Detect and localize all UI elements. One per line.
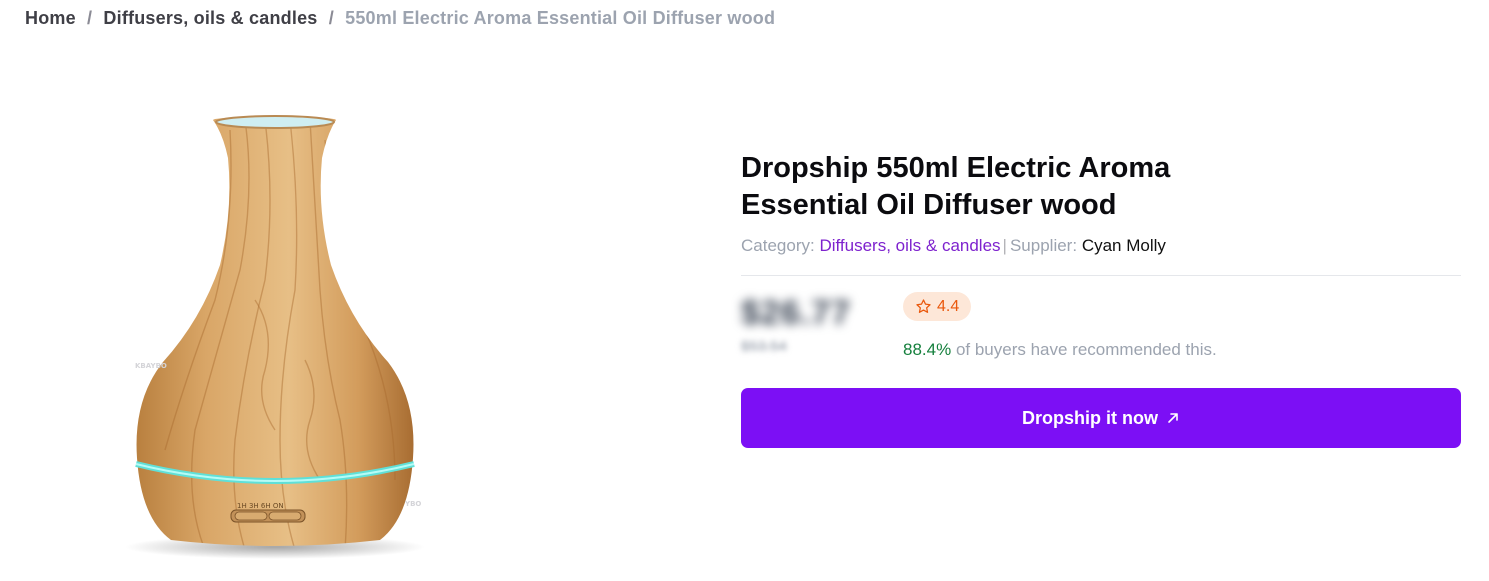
product-meta: Category: Diffusers, oils & candles | Supp… bbox=[741, 236, 1461, 256]
breadcrumb-separator: / bbox=[328, 8, 334, 28]
rating-value: 4.4 bbox=[937, 297, 960, 315]
watermark-left: KBAYBO bbox=[135, 362, 167, 370]
product-title: Dropship 550ml Electric Aroma Essential … bbox=[741, 150, 1261, 224]
recommendation-text: 88.4% of buyers have recommended this. bbox=[903, 340, 1217, 360]
supplier-name: Cyan Molly bbox=[1081, 236, 1166, 255]
device-buttons-label: 1H 3H 6H ON bbox=[237, 502, 284, 510]
star-icon bbox=[916, 299, 931, 313]
meta-separator: | bbox=[1002, 236, 1007, 255]
price-row: $26.77 $53.54 4.4 88.4% of buyers have r… bbox=[741, 276, 1461, 368]
recommend-percent: 88.4% bbox=[903, 340, 952, 359]
dropship-button[interactable]: Dropship it now bbox=[741, 388, 1461, 448]
breadcrumb-separator: / bbox=[87, 8, 93, 28]
old-price: $53.54 bbox=[741, 338, 787, 355]
category-label: Category: bbox=[741, 236, 815, 255]
breadcrumb-home-link[interactable]: Home bbox=[25, 8, 76, 28]
arrow-up-right-icon bbox=[1168, 413, 1178, 423]
category-link[interactable]: Diffusers, oils & candles bbox=[819, 236, 1000, 255]
price: $26.77 bbox=[741, 294, 851, 332]
product-image: 1H 3H 6H ON KBAYBO YBO bbox=[105, 100, 445, 575]
recommend-caption: of buyers have recommended this. bbox=[955, 340, 1217, 359]
rating-badge: 4.4 bbox=[903, 292, 972, 321]
product-title-line1: Dropship 550ml Electric Aroma bbox=[741, 152, 1171, 184]
supplier-label: Supplier: bbox=[1009, 236, 1078, 255]
breadcrumb: Home / Diffusers, oils & candles / 550ml… bbox=[25, 8, 775, 29]
dropship-button-label: Dropship it now bbox=[1022, 407, 1158, 428]
diffuser-illustration: 1H 3H 6H ON KBAYBO YBO bbox=[125, 115, 425, 559]
product-info: Dropship 550ml Electric Aroma Essential … bbox=[741, 150, 1461, 448]
product-title-line2: Essential Oil Diffuser wood bbox=[741, 189, 1117, 221]
breadcrumb-category-link[interactable]: Diffusers, oils & candles bbox=[103, 8, 317, 28]
breadcrumb-current: 550ml Electric Aroma Essential Oil Diffu… bbox=[345, 8, 776, 28]
watermark-right: YBO bbox=[404, 500, 421, 508]
